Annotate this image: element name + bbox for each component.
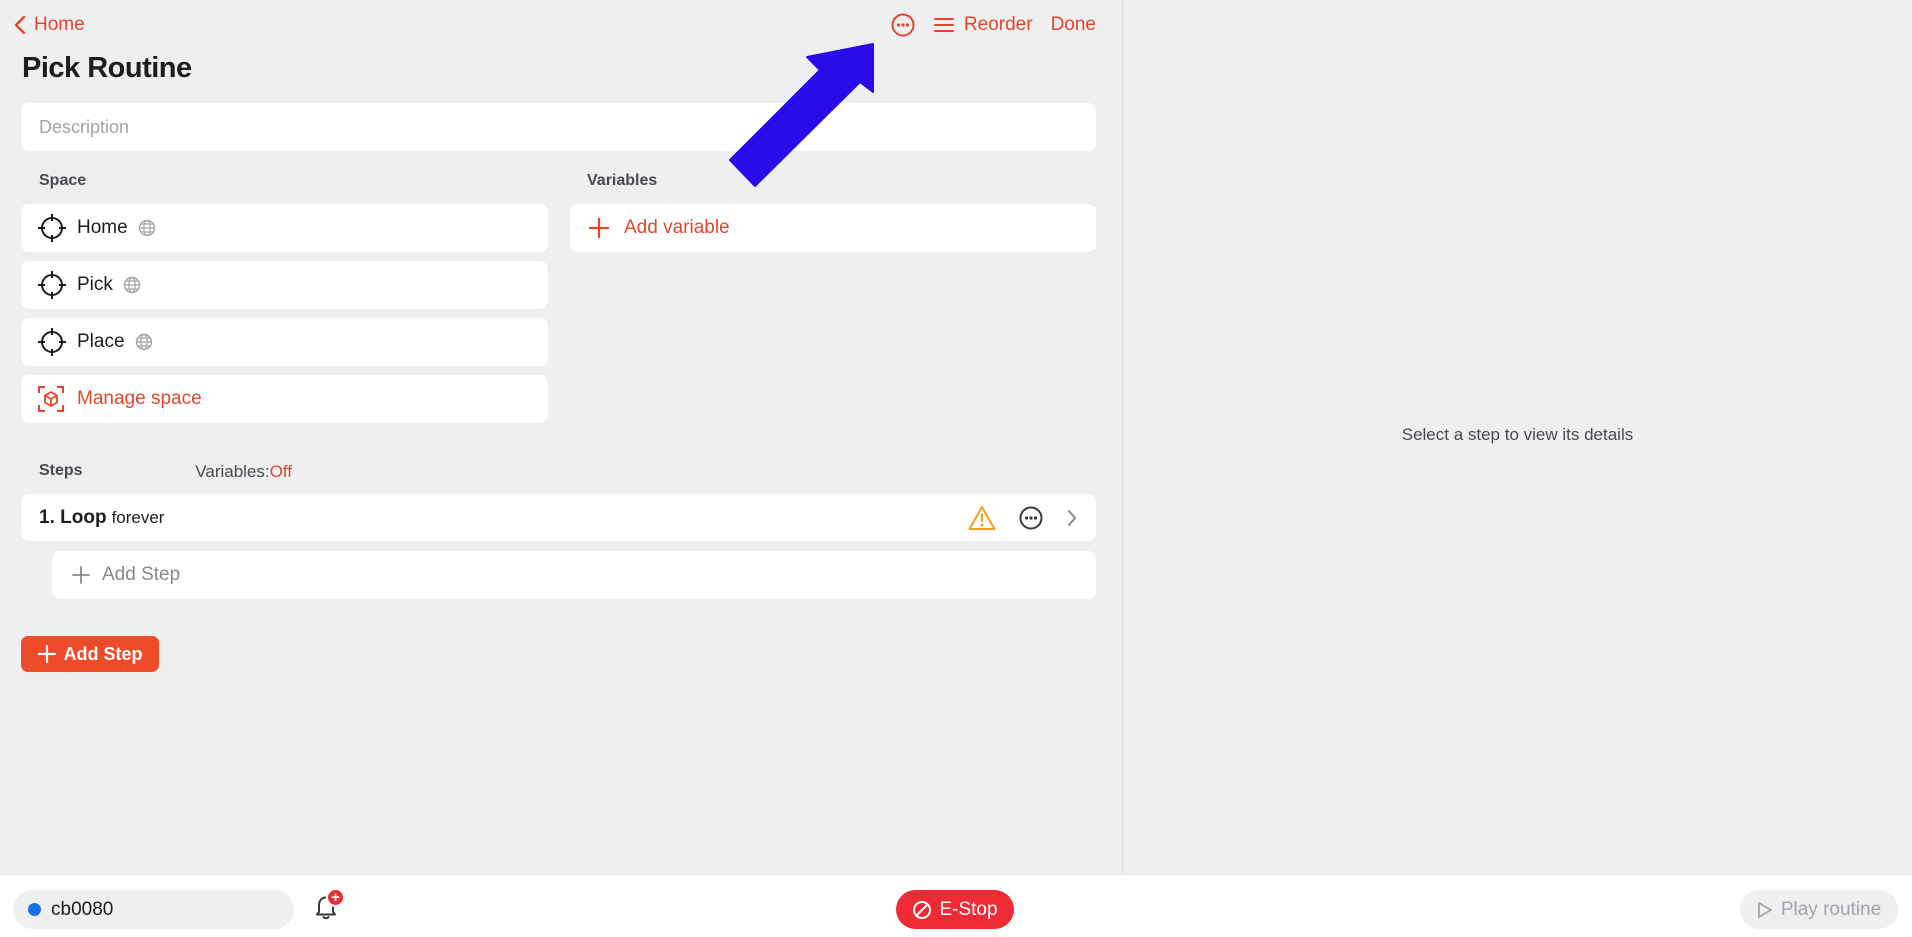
header-actions: Reorder Done [872, 12, 1096, 38]
step-name: 1. Loop [39, 506, 107, 528]
done-button[interactable]: Done [1051, 14, 1096, 36]
chevron-right-icon [1068, 509, 1076, 526]
robot-status-dot [28, 903, 41, 916]
back-to-home-link[interactable]: Home [14, 12, 85, 38]
variables-toggle-value: Off [269, 462, 292, 481]
ban-icon [913, 900, 932, 919]
estop-button[interactable]: E-Stop [896, 890, 1014, 929]
back-label: Home [34, 14, 85, 35]
variables-toggle[interactable]: Variables:Off [195, 462, 292, 482]
space-item-pick[interactable]: Pick [21, 261, 548, 309]
description-input[interactable]: Description [21, 103, 1096, 151]
reorder-label: Reorder [963, 14, 1033, 35]
step-open-button[interactable] [1066, 508, 1078, 528]
step-details-pane: Select a step to view its details [1123, 0, 1912, 874]
manage-space-button[interactable]: Manage space [21, 375, 548, 423]
globe-icon [123, 276, 141, 294]
more-options-icon [1019, 506, 1043, 529]
space-item-home[interactable]: Home [21, 204, 548, 252]
step-warning[interactable] [968, 505, 996, 531]
menu-lines-icon [933, 18, 954, 32]
crosshair-icon [38, 214, 66, 242]
plus-icon [588, 217, 610, 239]
variables-section-label: Variables [587, 172, 658, 189]
nested-add-step-label: Add Step [102, 564, 181, 585]
play-routine-button[interactable]: Play routine [1740, 890, 1898, 929]
plus-icon [72, 566, 90, 584]
crosshair-icon [38, 328, 66, 356]
play-icon [1757, 901, 1772, 918]
space-item-place[interactable]: Place [21, 318, 548, 366]
step-more-options-button[interactable] [1018, 505, 1044, 531]
more-options-icon [891, 13, 915, 37]
page-title: Pick Routine [22, 52, 192, 84]
robot-name: cb0080 [51, 898, 114, 920]
chevron-left-icon [14, 15, 26, 35]
steps-section-label: Steps [39, 462, 83, 479]
space-item-label: Home [77, 217, 128, 238]
step-row-icons [946, 494, 1078, 541]
add-variable-label: Add variable [624, 217, 730, 238]
crosshair-icon [38, 271, 66, 299]
estop-label: E-Stop [939, 898, 998, 920]
robot-selector[interactable]: cb0080 [13, 890, 294, 929]
globe-icon [138, 219, 155, 237]
space-section-label: Space [39, 172, 87, 189]
reorder-button[interactable]: Reorder [933, 14, 1033, 36]
more-options-button[interactable] [890, 12, 916, 38]
arrow-annotation [729, 43, 874, 187]
plus-icon [37, 645, 56, 663]
cube-scan-icon [38, 386, 64, 412]
space-item-label: Pick [77, 274, 113, 295]
notification-badge: + [326, 888, 345, 907]
manage-space-label: Manage space [77, 388, 202, 409]
globe-icon [135, 333, 152, 351]
warning-icon [968, 505, 996, 530]
empty-details-text: Select a step to view its details [1401, 425, 1634, 444]
add-variable-button[interactable]: Add variable [570, 204, 1096, 252]
step-detail: forever [111, 507, 165, 527]
routine-editor-pane: Home Reorder Done Pick Routine Descripti… [0, 0, 1122, 874]
play-routine-label: Play routine [1780, 898, 1882, 920]
step-row-loop[interactable]: 1. Loop forever [21, 494, 1096, 541]
space-item-label: Place [77, 331, 125, 352]
variables-toggle-label: Variables: [195, 462, 270, 481]
add-step-button[interactable]: Add Step [21, 636, 159, 672]
bottom-bar: cb0080 + E-Stop Play routine [0, 874, 1912, 937]
nested-add-step-button[interactable]: Add Step [52, 551, 1096, 599]
add-step-label: Add Step [63, 643, 143, 664]
